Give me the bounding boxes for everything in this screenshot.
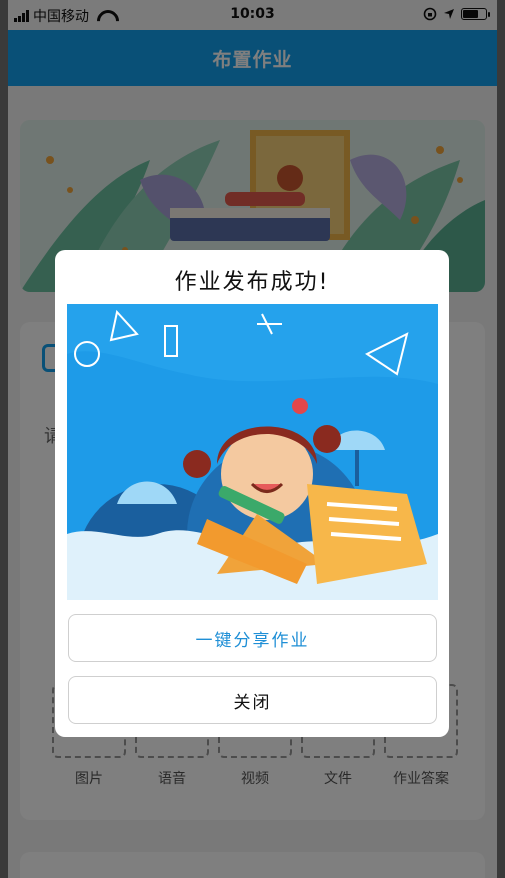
share-button-label: 一键分享作业: [195, 630, 310, 651]
success-illustration: [67, 304, 438, 600]
modal-title: 作业发布成功!: [174, 270, 330, 295]
close-button-label: 关闭: [233, 692, 272, 713]
success-modal: 作业发布成功! 一键分享作业 关闭: [55, 250, 449, 737]
phone-screen: 中国移动 10:03 布置作业: [8, 0, 497, 878]
close-button[interactable]: 关闭: [68, 676, 437, 724]
girl-reading-illustration: [67, 304, 438, 600]
share-homework-button[interactable]: 一键分享作业: [68, 614, 437, 662]
